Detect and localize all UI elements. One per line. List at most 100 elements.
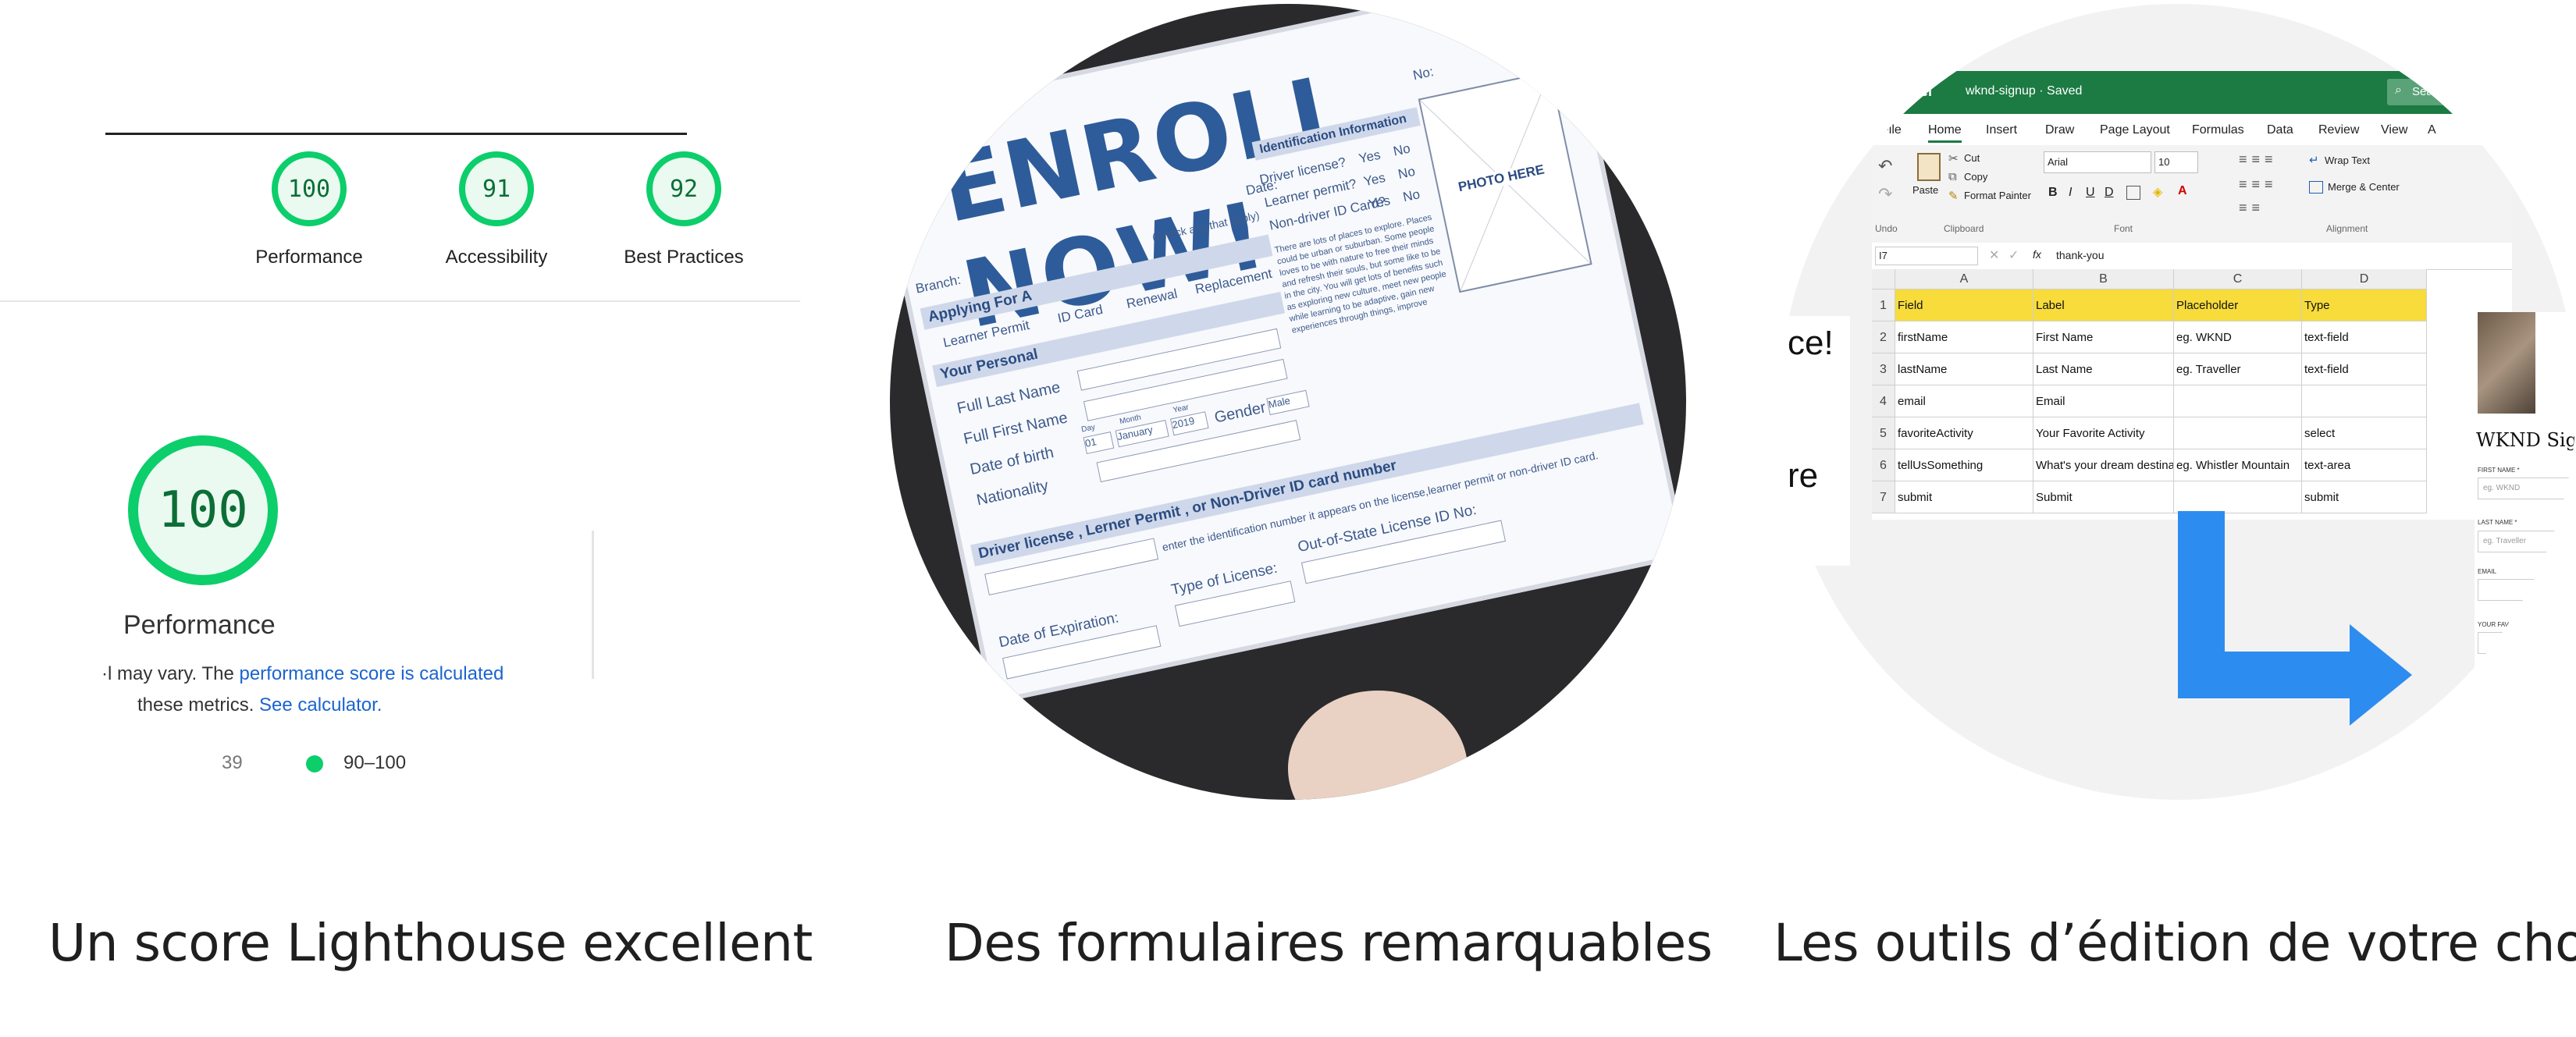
menu-home[interactable]: Home [1928,123,1962,143]
wrap-text-icon[interactable]: ↵ [2309,153,2319,167]
alignment-group-label: Alignment [2326,223,2368,234]
column-header-b[interactable]: B [2033,269,2174,289]
wknd-last-name-input[interactable]: eg. Traveller [2478,531,2576,552]
column-header-c[interactable]: C [2174,269,2302,289]
column-header-a[interactable]: A [1895,269,2033,289]
table-cell[interactable]: Placeholder [2174,289,2302,321]
wrap-text-button[interactable]: Wrap Text [2325,154,2370,166]
table-cell[interactable] [2302,385,2427,417]
table-cell[interactable]: Email [2033,385,2174,417]
table-cell[interactable] [2174,481,2302,513]
font-color-button[interactable]: A [2178,184,2187,198]
wknd-photo [2478,312,2535,414]
paste-icon[interactable] [1917,153,1941,181]
table-cell[interactable]: text-field [2302,321,2427,353]
enter-icon[interactable]: ✓ [2008,247,2019,263]
copy-button[interactable]: Copy [1964,171,1987,183]
row-header[interactable]: 4 [1872,385,1895,417]
wknd-first-name-input[interactable]: eg. WKND [2478,478,2576,499]
excel-file-name[interactable]: wknd-signup · Saved [1966,84,2082,98]
double-underline-button[interactable]: D [2105,186,2114,200]
row-header[interactable]: 2 [1872,321,1895,353]
cut-button[interactable]: Cut [1964,152,1980,164]
table-cell[interactable]: submit [2302,481,2427,513]
font-name-value: Arial [2048,156,2069,168]
fill-color-icon[interactable]: ◈ [2153,184,2162,200]
table-cell[interactable]: eg. Traveller [2174,353,2302,385]
excel-titlebar: Excel wknd-signup · Saved ⌕ Search [1872,71,2512,114]
menu-insert[interactable]: Insert [1986,123,2017,137]
font-name-select[interactable]: Arial [2044,151,2151,173]
table-cell[interactable]: Last Name [2033,353,2174,385]
full-first-name-label: Full First Name [962,409,1069,449]
menu-file[interactable]: File [1881,123,1902,137]
table-cell[interactable]: eg. Whistler Mountain [2174,449,2302,481]
borders-icon[interactable] [2126,186,2140,200]
row-header[interactable]: 1 [1872,289,1895,321]
table-cell[interactable]: Your Favorite Activity [2033,417,2174,449]
wknd-email-input[interactable] [2478,579,2576,601]
dob-year-select[interactable]: 2019 [1170,411,1209,436]
table-cell[interactable]: favoriteActivity [1895,417,2033,449]
menu-view[interactable]: View [2381,123,2407,137]
menu-page-layout[interactable]: Page Layout [2100,123,2170,137]
cancel-icon[interactable]: ✕ [1989,247,1999,263]
dob-day-select[interactable]: 01 [1083,431,1115,455]
paste-button[interactable]: Paste [1912,184,1938,196]
table-cell[interactable]: Label [2033,289,2174,321]
formula-input[interactable]: thank-you [2056,249,2104,261]
underline-button[interactable]: U [2086,186,2095,200]
table-cell[interactable]: email [1895,385,2033,417]
merge-center-icon[interactable] [2309,181,2323,194]
table-cell[interactable]: First Name [2033,321,2174,353]
table-cell[interactable] [2174,417,2302,449]
excel-menu: File Home Insert Draw Page Layout Formul… [1872,114,2512,145]
redo-icon[interactable]: ↷ [1878,184,1892,204]
font-group-label: Font [2114,223,2133,234]
table-cell[interactable]: firstName [1895,321,2033,353]
table-cell[interactable]: Type [2302,289,2427,321]
menu-more[interactable]: A [2428,123,2436,137]
excel-search-box[interactable]: ⌕ Search [2387,79,2512,105]
table-cell[interactable]: submit [1895,481,2033,513]
table-cell[interactable]: eg. WKND [2174,321,2302,353]
format-painter-icon[interactable]: ✎ [1948,189,1959,203]
menu-review[interactable]: Review [2318,123,2359,137]
row-header[interactable]: 5 [1872,417,1895,449]
row-header[interactable]: 3 [1872,353,1895,385]
excel-ribbon: ↶ ↷ Undo Paste ✂ Cut ⧉ Copy ✎ Format Pai… [1872,145,2512,243]
table-cell[interactable]: text-field [2302,353,2427,385]
format-painter-button[interactable]: Format Painter [1964,190,2031,201]
name-box[interactable]: I7 [1875,247,1978,265]
menu-formulas[interactable]: Formulas [2192,123,2244,137]
table-cell[interactable]: text-area [2302,449,2427,481]
align-icon[interactable]: ≡≡≡ [2239,176,2278,193]
merge-center-button[interactable]: Merge & Center [2328,181,2400,193]
table-cell[interactable]: Field [1895,289,2033,321]
bold-button[interactable]: B [2048,186,2058,200]
copy-icon[interactable]: ⧉ [1948,170,1957,183]
italic-button[interactable]: I [2069,186,2072,200]
align-icon[interactable]: ≡≡≡ [2239,151,2278,168]
menu-draw[interactable]: Draw [2045,123,2074,137]
caption-forms: Des formulaires remarquables [945,913,1713,973]
table-cell[interactable] [2174,385,2302,417]
table-cell[interactable]: Submit [2033,481,2174,513]
excel-circle: ce! re Excel wknd-signup · Saved ⌕ Searc… [1780,4,2576,800]
menu-data[interactable]: Data [2267,123,2293,137]
table-cell[interactable]: lastName [1895,353,2033,385]
table-cell[interactable]: select [2302,417,2427,449]
table-cell[interactable]: What's your dream destinati [2033,449,2174,481]
cut-icon[interactable]: ✂ [1948,151,1959,165]
undo-icon[interactable]: ↶ [1878,156,1892,176]
row-header[interactable]: 7 [1872,481,1895,513]
font-size-select[interactable]: 10 [2154,151,2198,173]
name-box-value: I7 [1879,250,1888,261]
row-header[interactable]: 6 [1872,449,1895,481]
wknd-favorite-select[interactable] [2478,632,2576,654]
select-all-corner[interactable] [1872,269,1895,289]
column-header-d[interactable]: D [2302,269,2427,289]
gender-select[interactable]: Male [1266,389,1310,416]
table-cell[interactable]: tellUsSomething [1895,449,2033,481]
indent-icon[interactable]: ≡≡ [2239,200,2265,216]
